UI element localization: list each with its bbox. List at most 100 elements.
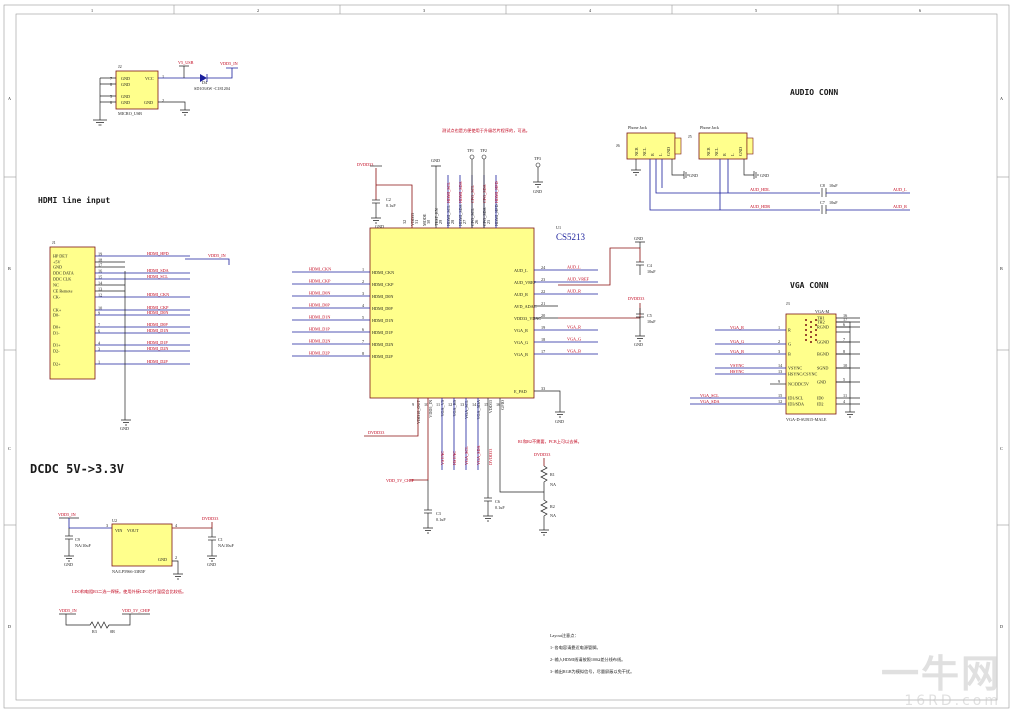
hdmi-pin-net: HDMI_D0N <box>147 310 168 315</box>
ic-bottom-net: VGA_SDA <box>476 445 481 465</box>
row-label-c-right: C <box>1000 446 1003 451</box>
vga-tag: VGA-M <box>815 309 829 314</box>
hdmi-pin-label: CE Remote <box>53 289 73 294</box>
vga-right-pin-label: BGND <box>817 352 829 357</box>
hdmi-pin-label: D0- <box>53 313 60 318</box>
ic-right-pin-label: AUD_VREF <box>514 280 537 285</box>
usb-ref: J2 <box>118 64 122 69</box>
jack-pin-label: R <box>650 153 655 156</box>
ic-right-pin-num: 23 <box>541 277 545 282</box>
vga-left-pin-num: 1 <box>778 325 780 330</box>
ic-bottom-pins: VDD18_OUT9 VDD5_IN10 VGA_VS11 VSYNC VGA_HS12… <box>412 398 505 470</box>
vga-left-pin-label: G <box>788 342 791 347</box>
ic-right-net: AUD_VREF <box>567 277 590 282</box>
jack-pin-label: GND <box>738 147 743 156</box>
ic-right-pin-num: 22 <box>541 289 545 294</box>
jack-pin-label: GND <box>666 147 671 156</box>
vga-left-pin-num: 2 <box>778 339 780 344</box>
ic-top-net: HDMI_SCL <box>446 182 451 203</box>
vga-right-pin-label: GND <box>817 380 826 385</box>
hdmi-pin-net: HDMI_D1N <box>147 328 168 333</box>
row-label-d: D <box>8 624 11 629</box>
vga-left-net: VGA_R <box>730 325 744 330</box>
vga-left-pin-num: 9 <box>778 379 780 384</box>
section-title-vga: VGA CONN <box>790 281 829 290</box>
ic-bottom-pin-label: VGA_SDA <box>476 400 481 420</box>
row-label-a: A <box>8 96 11 101</box>
jack-pin-label: R <box>722 153 727 156</box>
hdmi-connector-block: J1 HP DET 19 HDMI_HPD+5V 18GND 17DDC DATA 16 H… <box>49 240 230 431</box>
c6-val: 0.1uF <box>495 505 505 510</box>
epad-gnd-label: GND <box>555 419 564 424</box>
vga-left-net: VSYNC <box>730 363 744 368</box>
ic-left-net: HDMI_CKP <box>309 279 331 284</box>
c1-val: NA/10uF <box>218 543 234 548</box>
r3-net-out: VDD_5V_CHIP <box>122 608 151 613</box>
ic-bottom-pin-label: GPIO <box>500 400 505 410</box>
vga-left-pin-label: HSYNC/CSYNC <box>788 372 818 377</box>
vga-right-pin-num: 7 <box>843 337 845 342</box>
usb-net-vdd5: VDD5_IN <box>220 61 238 66</box>
ic-bottom-pin-num: 15 <box>484 402 488 407</box>
ic-bottom-pin-label: VDD33 <box>488 400 493 413</box>
ldo-num-gnd: 2 <box>175 555 177 560</box>
hdmi-ref: J1 <box>52 240 56 245</box>
vga-left-pin-num: 14 <box>778 363 783 368</box>
ic-left-pin-num: 4 <box>362 303 365 308</box>
ic-bottom-pin-num: 13 <box>460 402 464 407</box>
r2-val: NA <box>550 513 556 518</box>
vga-left-net: HSYNC <box>730 369 744 374</box>
usb-pin-gnd: GND <box>144 100 153 105</box>
r3-net-in: VDD5_IN <box>59 608 77 613</box>
r3-val: 0R <box>110 629 115 634</box>
c6-ref: C6 <box>495 499 500 504</box>
vga-right-pin-label: ID2 <box>817 402 824 407</box>
hdmi-pin-net: HDMI_D2P <box>147 359 168 364</box>
ic-top-pin-num: 30 <box>426 220 431 224</box>
vga-left-net: VGA_B <box>730 349 744 354</box>
r1-ref: R1 <box>550 472 555 477</box>
layout-note-3: 3- 输出RGB为模拟信号，尽量屏蔽以免干扰。 <box>550 668 634 675</box>
vga-left-net: VGA_SDA <box>700 399 720 404</box>
ldo-part: NA/LP5966-33B5F <box>112 569 146 574</box>
ic-left-net: HDMI_D2N <box>309 339 330 344</box>
vga-left-pin-label: NC/DDC5V <box>788 382 809 387</box>
ic-left-pin-num: 8 <box>362 351 364 356</box>
vga-left-pin-label: VSYNC <box>788 366 802 371</box>
col-label-6: 6 <box>919 8 921 13</box>
vga-left-pin-num: 3 <box>778 349 780 354</box>
jack-pin-label: NCL <box>714 147 719 156</box>
ldo-pin-vin: VIN <box>115 528 122 533</box>
vga-right-pin-num: 10 <box>843 363 847 368</box>
layout-note-1: 1- 各电容请靠近电源管脚。 <box>550 644 601 651</box>
ic-right-pin-num: 21 <box>541 301 545 306</box>
diode-part: SD103AW -C181204 <box>194 86 231 91</box>
usb-pin-gnd-4: GND <box>121 100 130 105</box>
ic-top-pins: VDD3332 MODE31 TEST_EN30 HDMI_SCL29HDMI_SCL… <box>402 175 499 228</box>
jack-pin-label: NCR <box>634 147 639 156</box>
ic-left-pin-label: HDMI_D1P <box>372 330 393 335</box>
vga-left-net: VGA_SCL <box>700 393 719 398</box>
section-title-hdmi: HDMI line input <box>38 195 110 205</box>
vga-left-pin-label: B <box>788 352 791 357</box>
c2-ref: C2 <box>386 197 391 202</box>
ic-left-net: HDMI_D2P <box>309 351 330 356</box>
jack-pin-label: L <box>730 153 735 156</box>
usb-pin-num-6: 6 <box>110 100 112 105</box>
hdmi-pin-label: GND <box>53 265 62 270</box>
vga-left-pin-label: ID3/SDA <box>788 402 804 407</box>
ic-bottom-pin-label: VGA_HS <box>452 399 457 416</box>
audio-net-l: AUD_L <box>893 187 907 192</box>
layout-notes: Layout注意点： 1- 各电容请靠近电源管脚。 2- 输入HDMI线请按照1… <box>550 632 634 675</box>
vga-left-pin-label: R <box>788 328 791 333</box>
ldo-pin-gnd: GND <box>158 557 167 562</box>
r2-ref: R2 <box>550 504 555 509</box>
c5-gnd-label: GND <box>634 342 643 347</box>
ic-top-pin-num: 27 <box>462 220 467 224</box>
jack-j5-label: Phone Jack <box>700 125 720 130</box>
ic-right-pin-num: 19 <box>541 325 545 330</box>
ic-bottom-pin-label: VDD5_IN <box>428 400 433 418</box>
ic-bottom-net: DVDD33 <box>488 449 493 465</box>
c8-ref: C8 <box>820 183 825 188</box>
jack-j6-label: Phone Jack <box>628 125 648 130</box>
